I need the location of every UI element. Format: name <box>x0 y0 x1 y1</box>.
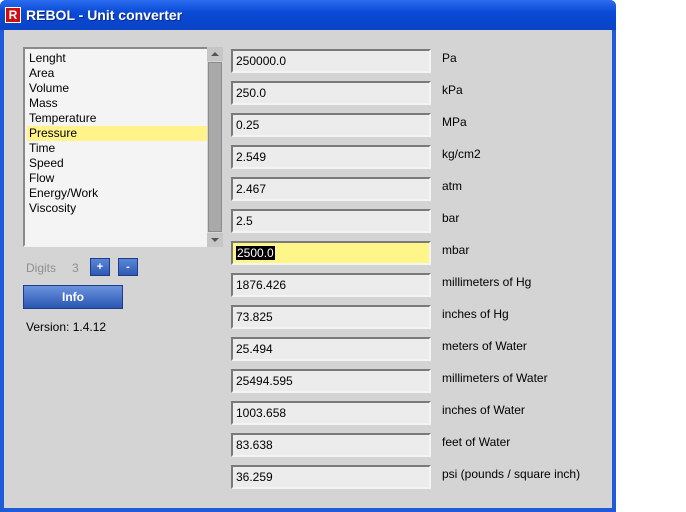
value-field[interactable]: 250.0 <box>231 81 431 105</box>
unit-label: inches of Hg <box>442 307 509 321</box>
value-field[interactable]: 25494.595 <box>231 369 431 393</box>
value-field[interactable]: 1003.658 <box>231 401 431 425</box>
value-field[interactable]: 2.5 <box>231 209 431 233</box>
title-bar[interactable]: R REBOL - Unit converter <box>0 0 616 30</box>
category-list[interactable]: Lenght Area Volume Mass Temperature Pressure T… <box>23 47 223 247</box>
category-item[interactable]: Area <box>27 66 207 81</box>
unit-label: meters of Water <box>442 339 527 353</box>
category-item[interactable]: Temperature <box>27 111 207 126</box>
category-item[interactable]: Mass <box>27 96 207 111</box>
value-field[interactable]: 2.467 <box>231 177 431 201</box>
unit-label: feet of Water <box>442 435 511 449</box>
unit-label: kg/cm2 <box>442 147 481 161</box>
app-window: R REBOL - Unit converter Lenght Area Volum… <box>0 0 616 512</box>
unit-label: millimeters of Water <box>442 371 548 385</box>
unit-label: psi (pounds / square inch) <box>442 467 581 481</box>
unit-label: millimeters of Hg <box>442 275 532 289</box>
scroll-thumb[interactable] <box>208 62 222 232</box>
info-button[interactable]: Info <box>23 285 123 309</box>
category-item[interactable]: Volume <box>27 81 207 96</box>
digits-minus-button[interactable]: - <box>118 258 138 276</box>
category-item[interactable]: Speed <box>27 156 207 171</box>
value-field[interactable]: 2500.0 <box>231 241 431 265</box>
value-field[interactable]: 36.259 <box>231 465 431 489</box>
digits-label: Digits <box>26 261 57 275</box>
version-text: Version: 1.4.12 <box>26 320 107 334</box>
unit-label: Pa <box>442 51 457 65</box>
rebol-app-icon: R <box>5 7 21 23</box>
value-field[interactable]: 250000.0 <box>231 49 431 73</box>
value-field[interactable]: 25.494 <box>231 337 431 361</box>
unit-label: atm <box>442 179 463 193</box>
arrow-up-icon <box>211 52 219 56</box>
category-scrollbar[interactable] <box>207 47 223 247</box>
value-field[interactable]: 0.25 <box>231 113 431 137</box>
value-field[interactable]: 83.638 <box>231 433 431 457</box>
category-item[interactable]: Lenght <box>27 51 207 66</box>
unit-label: inches of Water <box>442 403 525 417</box>
value-field[interactable]: 73.825 <box>231 305 431 329</box>
category-item[interactable]: Pressure <box>27 126 207 141</box>
value-field[interactable]: 1876.426 <box>231 273 431 297</box>
arrow-down-icon <box>211 238 219 242</box>
scroll-up-button[interactable] <box>207 47 223 61</box>
unit-label: kPa <box>442 83 463 97</box>
scroll-down-button[interactable] <box>207 233 223 247</box>
window-title: REBOL - Unit converter <box>26 7 183 23</box>
value-field[interactable]: 2.549 <box>231 145 431 169</box>
unit-label: MPa <box>442 115 467 129</box>
unit-label: mbar <box>442 243 470 257</box>
digits-value: 3 <box>72 261 79 275</box>
digits-plus-button[interactable]: + <box>90 258 110 276</box>
client-area: Lenght Area Volume Mass Temperature Pressure T… <box>4 30 612 508</box>
category-item[interactable]: Time <box>27 141 207 156</box>
category-item[interactable]: Viscosity <box>27 201 207 216</box>
category-item[interactable]: Energy/Work <box>27 186 207 201</box>
unit-label: bar <box>442 211 460 225</box>
category-item[interactable]: Flow <box>27 171 207 186</box>
